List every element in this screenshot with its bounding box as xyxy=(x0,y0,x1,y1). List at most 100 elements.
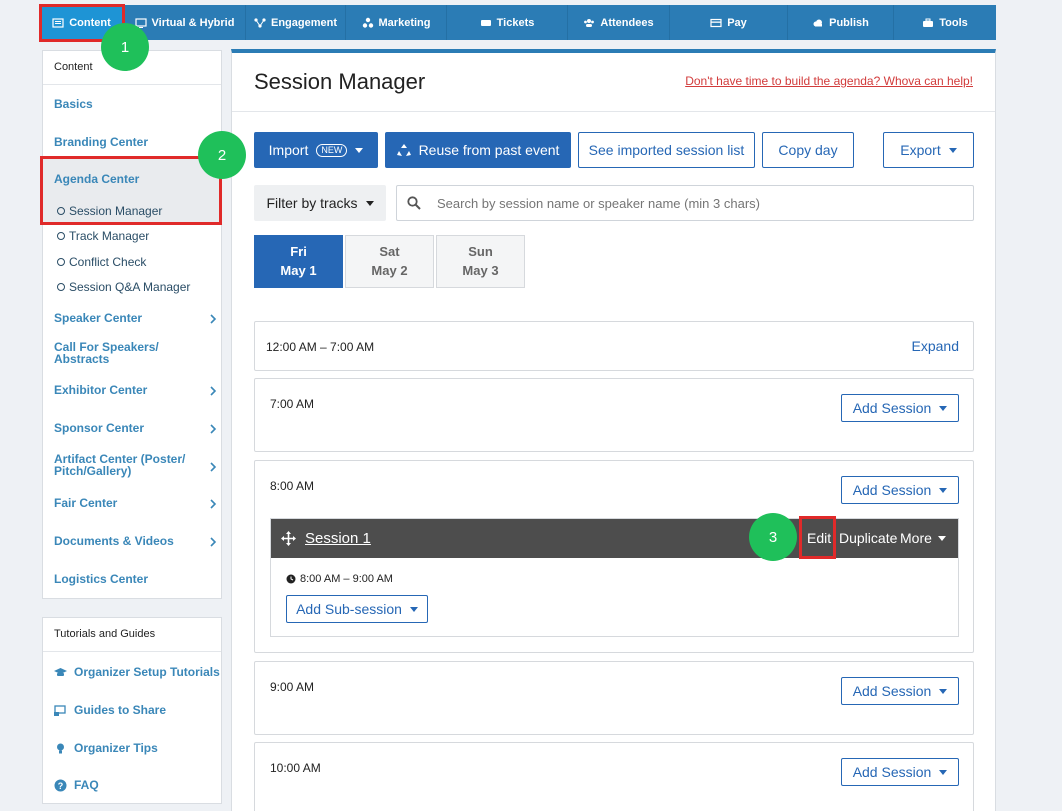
toolbox-icon xyxy=(923,18,934,27)
chevron-right-icon[interactable] xyxy=(209,383,217,396)
guide-faq[interactable]: ? FAQ xyxy=(54,778,99,792)
time-slot-7am: 7:00 AM Add Session xyxy=(254,378,974,452)
search-input[interactable] xyxy=(437,195,957,211)
day-tab-sat[interactable]: Sat May 2 xyxy=(345,235,434,288)
sidebar-item-documents[interactable]: Documents & Videos xyxy=(54,534,174,548)
sidebar-sub-track-manager[interactable]: Track Manager xyxy=(57,229,149,243)
nav-tab-publish[interactable]: Publish xyxy=(788,5,894,40)
guide-organizer-tutorials[interactable]: Organizer Setup Tutorials xyxy=(54,665,220,679)
chevron-right-icon[interactable] xyxy=(209,459,217,472)
time-slot-8am: 8:00 AM Add Session Session 1 Edit Dupli… xyxy=(254,460,974,653)
sidebar-item-speaker[interactable]: Speaker Center xyxy=(54,311,142,325)
marketing-icon xyxy=(362,17,373,28)
nav-tab-label: Tools xyxy=(939,16,968,29)
nav-tab-label: Attendees xyxy=(600,16,654,29)
day-tab-sun[interactable]: Sun May 3 xyxy=(436,235,525,288)
nav-tab-attendees[interactable]: Attendees xyxy=(568,5,670,40)
sidebar-item-logistics[interactable]: Logistics Center xyxy=(54,572,148,586)
add-session-label: Add Session xyxy=(852,764,932,780)
reuse-label: Reuse from past event xyxy=(418,142,560,158)
add-session-button[interactable]: Add Session xyxy=(841,758,959,786)
nav-tab-pay[interactable]: Pay xyxy=(670,5,788,40)
page-title: Session Manager xyxy=(254,69,426,94)
duplicate-button[interactable]: Duplicate xyxy=(839,530,897,546)
add-session-label: Add Session xyxy=(852,400,932,416)
highlight-session-manager xyxy=(40,156,222,225)
see-imported-list-button[interactable]: See imported session list xyxy=(578,132,755,168)
sidebar-content: Content Basics Branding Center Agenda Ce… xyxy=(42,50,222,599)
question-circle-icon: ? xyxy=(54,779,67,791)
sidebar-item-fair[interactable]: Fair Center xyxy=(54,496,117,510)
more-button[interactable]: More xyxy=(900,530,946,546)
highlight-edit-button xyxy=(799,516,836,559)
slot-time: 8:00 AM xyxy=(270,479,315,493)
chevron-right-icon[interactable] xyxy=(209,496,217,509)
nav-tab-tickets[interactable]: Tickets xyxy=(447,5,568,40)
add-session-button[interactable]: Add Session xyxy=(841,394,959,422)
top-nav: Content Virtual & Hybrid Engagement Mark… xyxy=(40,5,996,40)
day-tab-dow: Fri xyxy=(290,244,307,259)
copy-day-button[interactable]: Copy day xyxy=(762,132,854,168)
time-slot-9am: 9:00 AM Add Session xyxy=(254,661,974,735)
day-tab-fri[interactable]: Fri May 1 xyxy=(254,235,343,288)
sidebar-item-sponsor[interactable]: Sponsor Center xyxy=(54,421,144,435)
chevron-right-icon[interactable] xyxy=(209,421,217,434)
step-marker-1: 1 xyxy=(101,23,149,71)
guide-label: FAQ xyxy=(74,778,99,792)
sidebar-sub-conflict-check[interactable]: Conflict Check xyxy=(57,255,146,269)
sidebar-item-call-for-speakers[interactable]: Call For Speakers/ Abstracts xyxy=(54,341,184,365)
nav-tab-label: Tickets xyxy=(496,16,535,29)
caret-down-icon xyxy=(409,606,418,612)
expand-link[interactable]: Expand xyxy=(912,338,959,354)
guide-guides-to-share[interactable]: Guides to Share xyxy=(54,703,166,717)
guide-label: Organizer Tips xyxy=(74,741,158,755)
circle-icon xyxy=(57,232,65,240)
reuse-past-event-button[interactable]: Reuse from past event xyxy=(385,132,571,168)
slot-time: 10:00 AM xyxy=(270,761,321,775)
caret-down-icon xyxy=(939,688,948,694)
caret-down-icon xyxy=(937,535,946,541)
nav-tab-marketing[interactable]: Marketing xyxy=(346,5,447,40)
move-arrows-icon[interactable] xyxy=(281,531,296,546)
sidebar-sub-label: Conflict Check xyxy=(69,255,147,269)
nav-tab-engagement[interactable]: Engagement xyxy=(246,5,346,40)
caret-down-icon xyxy=(355,147,364,153)
more-label: More xyxy=(900,530,932,546)
sidebar-item-exhibitor[interactable]: Exhibitor Center xyxy=(54,383,147,397)
search-box xyxy=(396,185,974,221)
nav-tab-label: Virtual & Hybrid xyxy=(151,16,235,29)
sidebar-item-artifact[interactable]: Artifact Center (Poster/ Pitch/Gallery) xyxy=(54,453,194,477)
sidebar-item-branding[interactable]: Branding Center xyxy=(54,135,148,149)
sidebar-sub-qa-manager[interactable]: Session Q&A Manager xyxy=(57,280,190,294)
add-sub-session-button[interactable]: Add Sub-session xyxy=(286,595,428,623)
session-header-bar: Session 1 Edit Duplicate More xyxy=(271,519,958,558)
slot-time: 12:00 AM – 7:00 AM xyxy=(266,340,375,354)
session-time-label: 8:00 AM – 9:00 AM xyxy=(300,573,393,585)
sidebar-item-basics[interactable]: Basics xyxy=(54,97,93,111)
ticket-icon xyxy=(480,19,491,26)
import-label: Import xyxy=(268,142,309,158)
caret-down-icon xyxy=(948,147,957,153)
guide-organizer-tips[interactable]: Organizer Tips xyxy=(54,741,158,755)
caret-down-icon xyxy=(939,769,948,775)
divider xyxy=(232,111,995,112)
filter-by-tracks-button[interactable]: Filter by tracks xyxy=(254,185,386,221)
chevron-right-icon[interactable] xyxy=(209,534,217,547)
circle-icon xyxy=(57,258,65,266)
day-tab-dow: Sat xyxy=(379,244,400,259)
import-button[interactable]: Import NEW xyxy=(254,132,378,168)
slot-time: 9:00 AM xyxy=(270,680,315,694)
svg-text:?: ? xyxy=(58,781,64,791)
session-card: Session 1 Edit Duplicate More 8:00 AM – … xyxy=(270,518,959,637)
help-link[interactable]: Don't have time to build the agenda? Who… xyxy=(685,74,973,88)
chevron-right-icon[interactable] xyxy=(209,311,217,324)
time-slot-collapsed: 12:00 AM – 7:00 AM Expand xyxy=(254,321,974,371)
add-session-button[interactable]: Add Session xyxy=(841,476,959,504)
search-icon xyxy=(407,196,421,210)
nav-tab-tools[interactable]: Tools xyxy=(894,5,996,40)
add-session-button[interactable]: Add Session xyxy=(841,677,959,705)
session-name-link[interactable]: Session 1 xyxy=(305,530,371,547)
export-button[interactable]: Export xyxy=(883,132,974,168)
nav-tab-label: Pay xyxy=(727,16,747,29)
lightbulb-icon xyxy=(57,743,64,753)
